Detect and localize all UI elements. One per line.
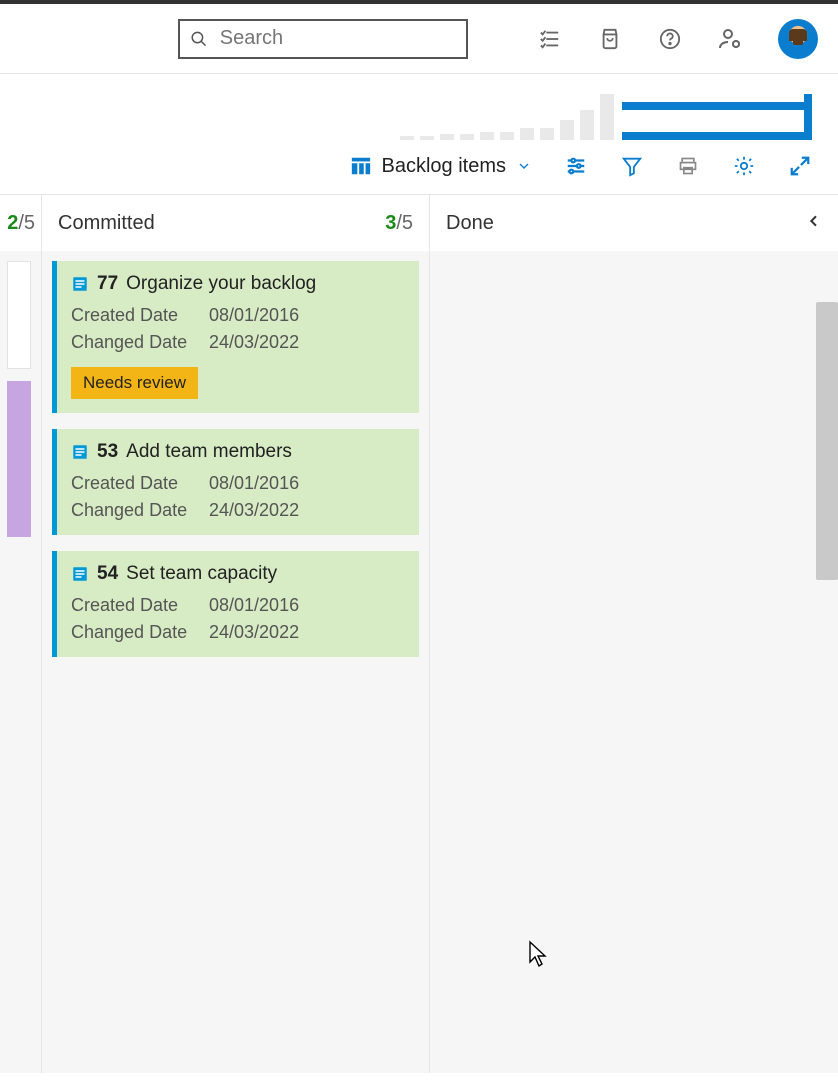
column-previous-count: 2/5 bbox=[7, 212, 35, 235]
board-icon bbox=[350, 155, 372, 177]
kanban-board: 2/5 Committed 3/5 77 Organize your backl… bbox=[0, 195, 838, 1073]
work-items-icon[interactable] bbox=[538, 27, 562, 51]
card-field: Created Date08/01/2016 bbox=[71, 473, 405, 494]
search-box[interactable] bbox=[178, 19, 468, 59]
burndown-sparkline[interactable] bbox=[622, 94, 812, 140]
board-toolbar: Backlog items bbox=[0, 144, 838, 195]
user-settings-icon[interactable] bbox=[718, 27, 742, 51]
collapse-column-icon[interactable] bbox=[806, 213, 822, 234]
column-previous-header: 2/5 bbox=[0, 195, 41, 251]
help-icon[interactable] bbox=[658, 27, 682, 51]
card-title: 53 Add team members bbox=[71, 441, 405, 463]
card-id: 77 bbox=[97, 273, 118, 295]
card-field: Created Date08/01/2016 bbox=[71, 595, 405, 616]
card-title: 54 Set team capacity bbox=[71, 563, 405, 585]
card-field: Created Date08/01/2016 bbox=[71, 305, 405, 326]
avatar[interactable] bbox=[778, 19, 818, 59]
column-committed-body[interactable]: 77 Organize your backlog Created Date08/… bbox=[42, 251, 429, 1073]
pbi-icon bbox=[71, 275, 89, 293]
column-done-header: Done bbox=[430, 195, 838, 251]
vertical-scrollbar[interactable] bbox=[816, 302, 838, 580]
top-icons bbox=[538, 19, 818, 59]
card-id: 54 bbox=[97, 563, 118, 585]
column-done-body[interactable] bbox=[430, 251, 838, 1073]
column-done-title: Done bbox=[446, 212, 494, 235]
filter-icon[interactable] bbox=[620, 154, 644, 178]
view-picker-label: Backlog items bbox=[382, 155, 507, 178]
column-committed-title: Committed bbox=[58, 212, 155, 235]
column-committed-header: Committed 3/5 bbox=[42, 195, 429, 251]
fullscreen-icon[interactable] bbox=[788, 154, 812, 178]
search-input[interactable] bbox=[220, 27, 456, 50]
chart-strip bbox=[0, 74, 838, 144]
card-field: Changed Date24/03/2022 bbox=[71, 500, 405, 521]
card-tag[interactable]: Needs review bbox=[71, 367, 198, 399]
work-item-card[interactable]: 77 Organize your backlog Created Date08/… bbox=[52, 261, 419, 413]
view-picker[interactable]: Backlog items bbox=[350, 155, 533, 178]
column-previous-fragment: 2/5 bbox=[0, 195, 42, 1073]
bar-sparkline bbox=[400, 94, 614, 140]
print-icon[interactable] bbox=[676, 154, 700, 178]
pbi-icon bbox=[71, 443, 89, 461]
top-bar bbox=[0, 0, 838, 74]
column-done: Done bbox=[430, 195, 838, 1073]
column-committed-count: 3/5 bbox=[385, 212, 413, 235]
work-item-card[interactable]: 54 Set team capacity Created Date08/01/2… bbox=[52, 551, 419, 657]
gear-icon[interactable] bbox=[732, 154, 756, 178]
card-title-text: Organize your backlog bbox=[126, 273, 316, 295]
chevron-down-icon bbox=[516, 158, 532, 174]
work-item-card[interactable]: 53 Add team members Created Date08/01/20… bbox=[52, 429, 419, 535]
card-fragment-purple[interactable] bbox=[7, 381, 31, 537]
card-title: 77 Organize your backlog bbox=[71, 273, 405, 295]
card-field: Changed Date24/03/2022 bbox=[71, 332, 405, 353]
pbi-icon bbox=[71, 565, 89, 583]
settings-sliders-icon[interactable] bbox=[564, 154, 588, 178]
search-icon bbox=[190, 29, 208, 49]
column-committed: Committed 3/5 77 Organize your backlog C… bbox=[42, 195, 430, 1073]
card-title-text: Set team capacity bbox=[126, 563, 277, 585]
card-field: Changed Date24/03/2022 bbox=[71, 622, 405, 643]
marketplace-icon[interactable] bbox=[598, 27, 622, 51]
card-title-text: Add team members bbox=[126, 441, 292, 463]
card-id: 53 bbox=[97, 441, 118, 463]
card-fragment[interactable] bbox=[7, 261, 31, 369]
